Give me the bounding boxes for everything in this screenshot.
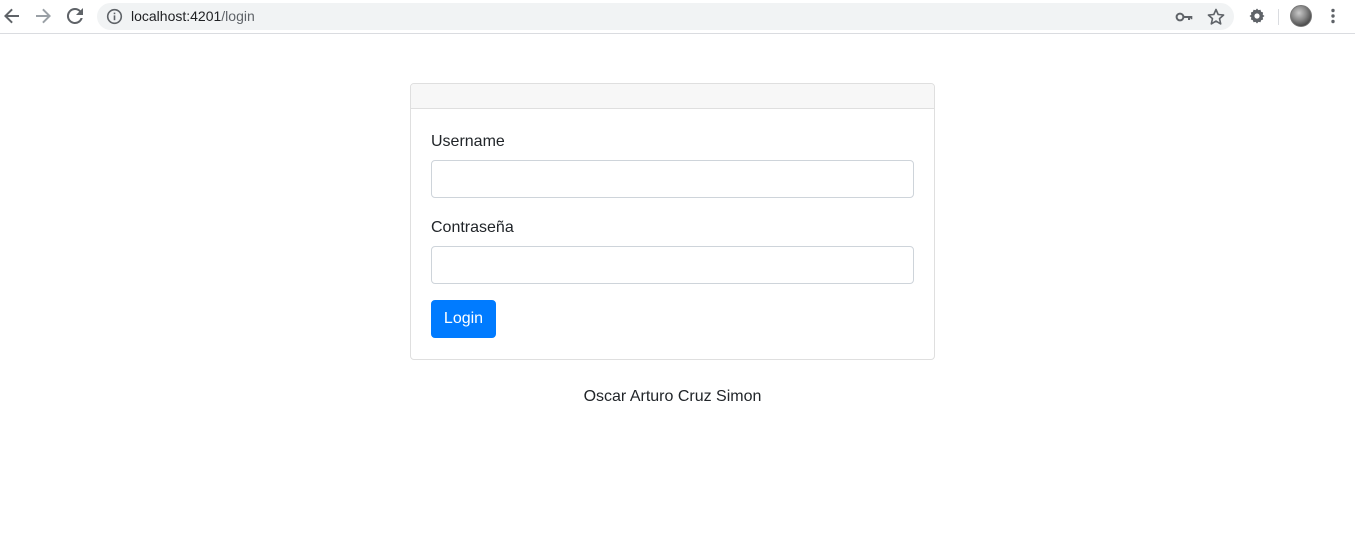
toolbar-separator	[1278, 9, 1279, 25]
url-path: /login	[221, 8, 255, 24]
kebab-menu-icon[interactable]	[1322, 5, 1344, 27]
password-label: Contraseña	[431, 219, 514, 236]
login-card: Username Contraseña Login	[410, 83, 935, 360]
url-text[interactable]: localhost:4201/login	[131, 8, 255, 25]
star-icon[interactable]	[1206, 7, 1226, 27]
author-name: Oscar Arturo Cruz Simon	[583, 388, 762, 405]
key-icon[interactable]	[1175, 8, 1193, 26]
username-input[interactable]	[431, 160, 914, 198]
address-bar[interactable]: localhost:4201/login	[97, 3, 1234, 30]
browser-toolbar: localhost:4201/login	[0, 0, 1355, 34]
url-host: localhost:4201	[131, 8, 222, 24]
info-icon[interactable]	[106, 8, 123, 25]
avatar[interactable]	[1290, 5, 1312, 27]
username-label: Username	[431, 133, 505, 150]
card-header	[411, 84, 934, 109]
password-input[interactable]	[431, 246, 914, 284]
login-button[interactable]: Login	[431, 300, 496, 338]
reload-icon[interactable]	[64, 5, 86, 27]
gear-icon[interactable]	[1246, 5, 1268, 27]
forward-arrow-icon[interactable]	[32, 5, 54, 27]
back-arrow-icon[interactable]	[1, 5, 23, 27]
